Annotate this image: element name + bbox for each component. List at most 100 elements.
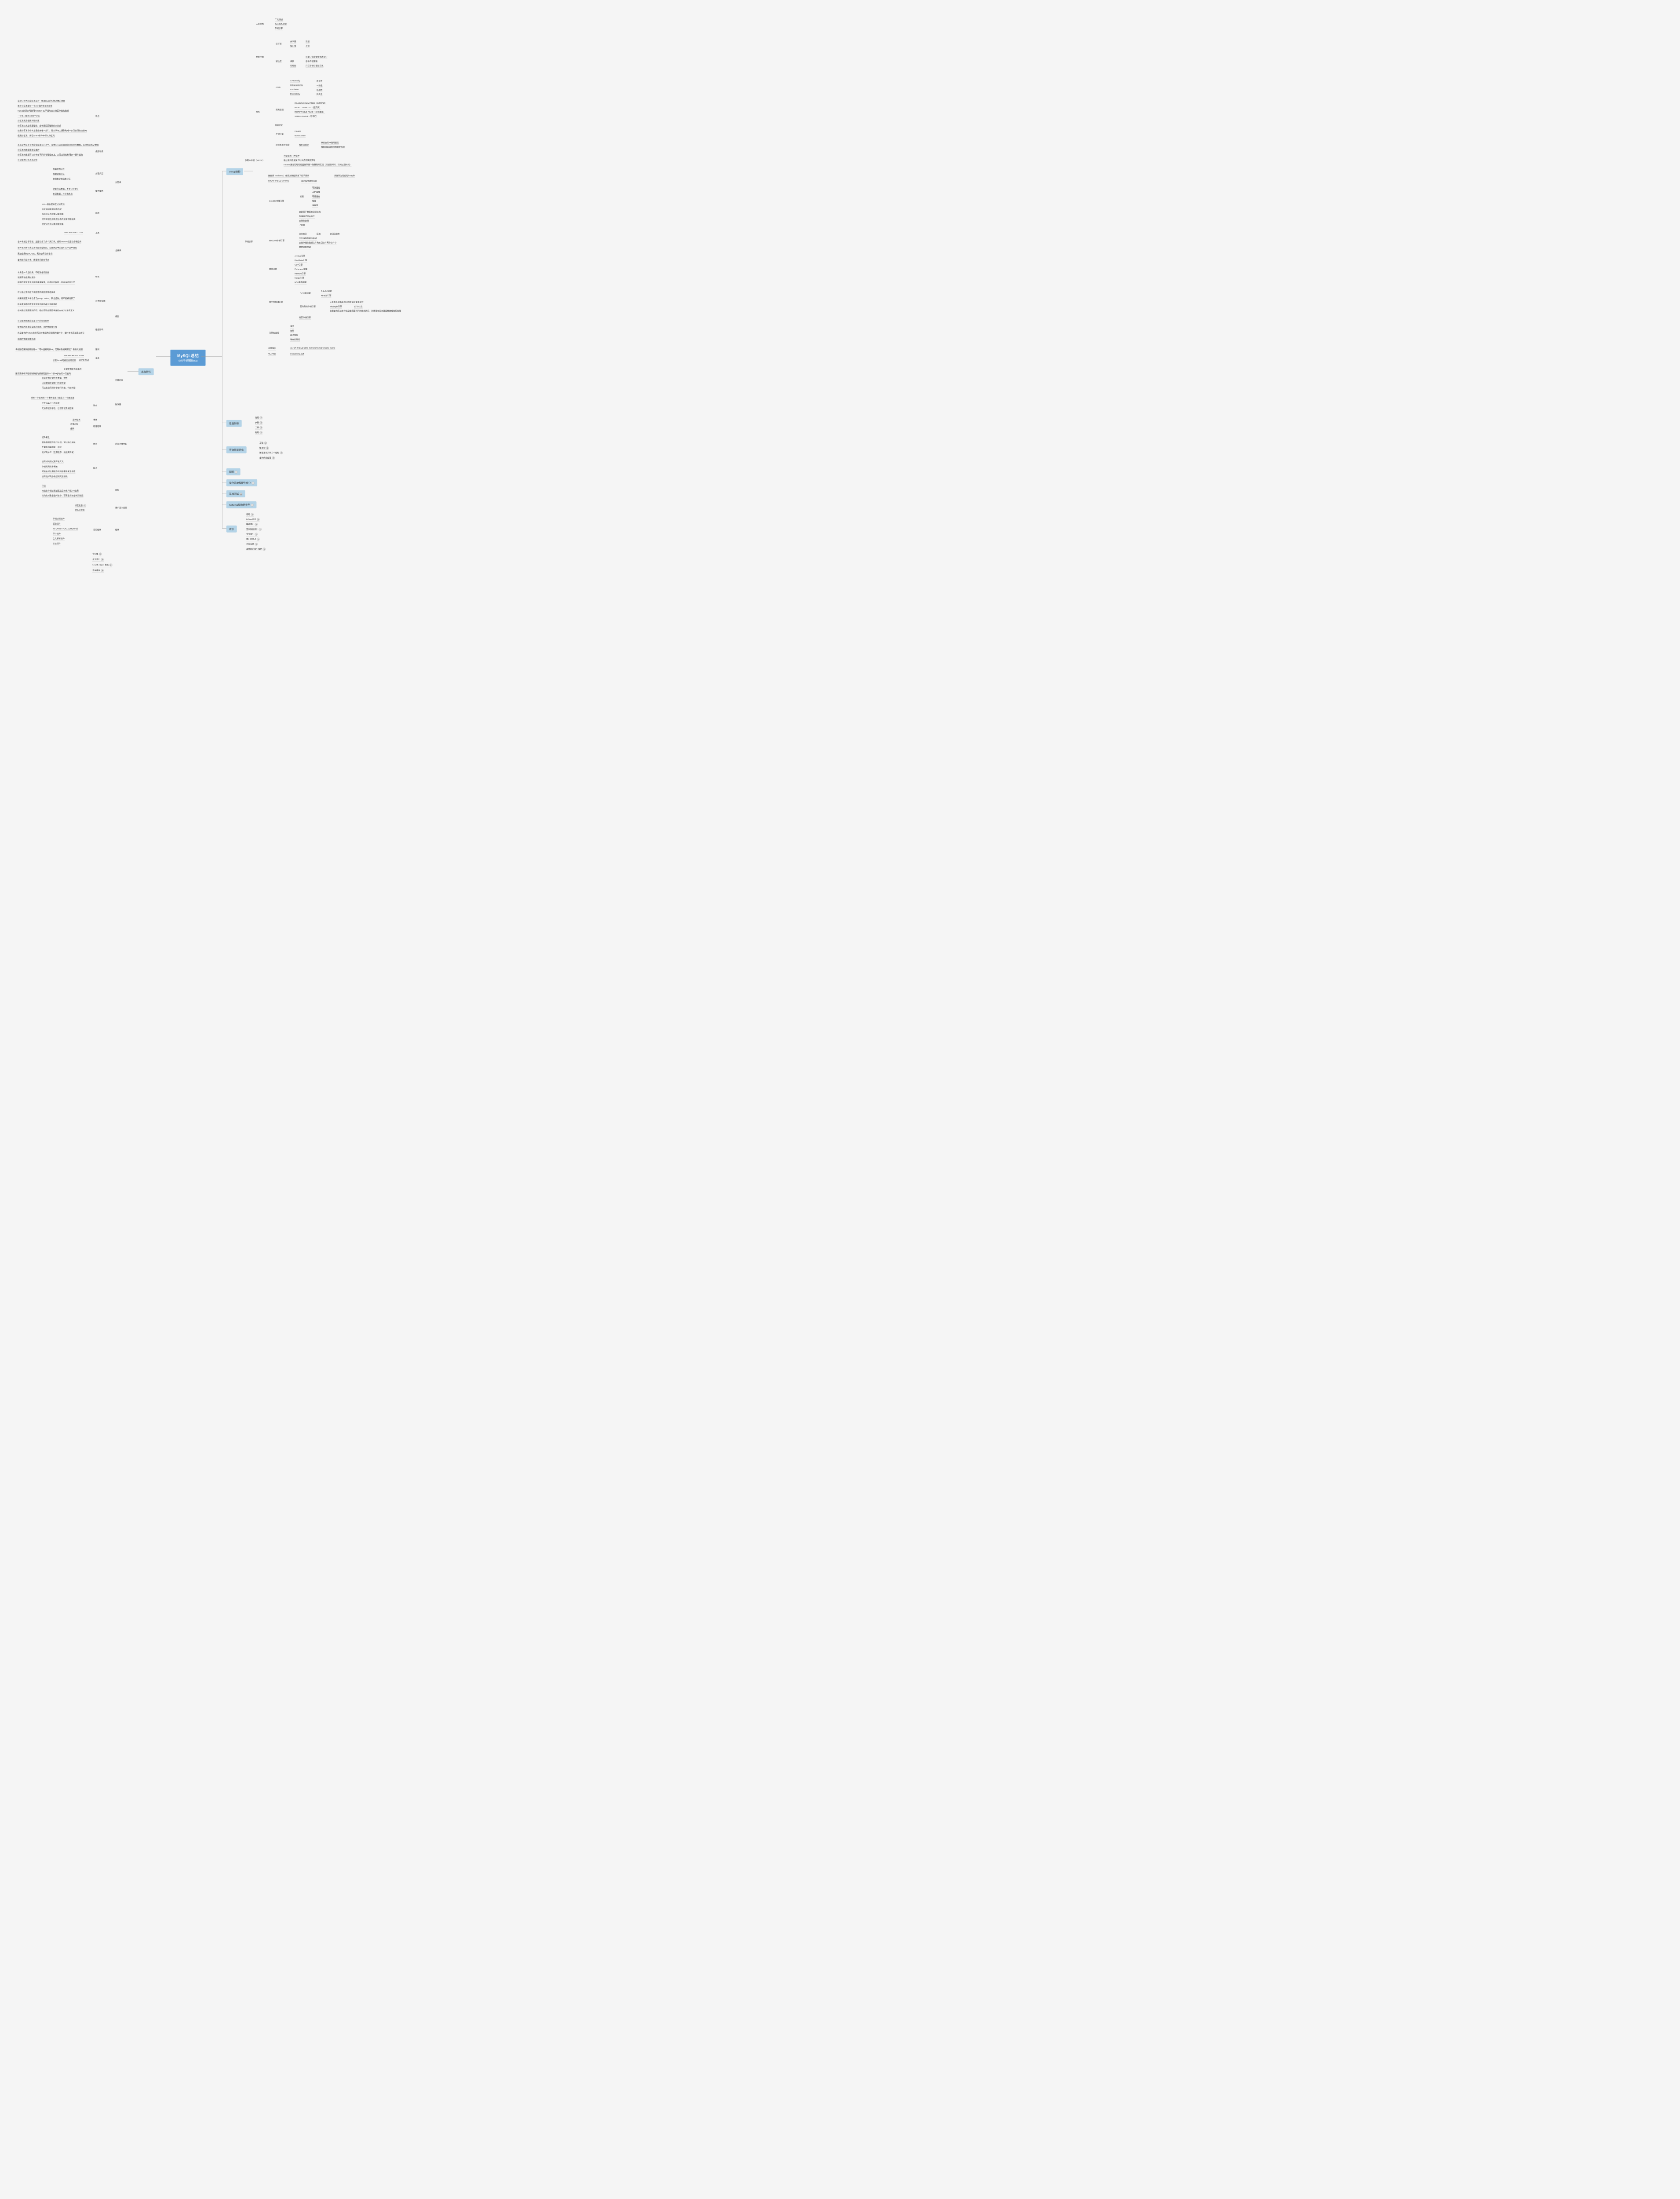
perf-3: 有用2 xyxy=(255,431,262,435)
layer-2: 存储引擎 xyxy=(275,26,283,30)
other-6: NDB集群引擎 xyxy=(295,281,307,285)
impl-1: 事务执行中随时锁定 xyxy=(321,141,339,145)
other-0: Archive引擎 xyxy=(295,254,305,258)
inno-1: 存储格式平台独立 xyxy=(299,215,315,219)
view-limit-1: 物化视图 xyxy=(75,347,83,351)
topic-bench[interactable]: 基准测试10 xyxy=(226,490,245,497)
idx-3: 空间数据索引1 xyxy=(246,527,262,531)
col-2: 如果查询无法在存储层使用面向列的模式执行，则需要在服务器层转换成按行处理 xyxy=(330,309,401,313)
part-strat-1: 索引数据，并分离热点 xyxy=(53,192,73,196)
view-perf-3: 视图的性能很难预测 xyxy=(18,337,36,341)
st-dis: 缺点 xyxy=(92,466,98,470)
txeng-1: NDB Cluster xyxy=(295,134,306,138)
part-feat: 特点 xyxy=(95,114,100,118)
topic-adv[interactable]: 高级特性 xyxy=(138,369,154,376)
gran-v-2: 只在存储引擎层实现 xyxy=(306,64,324,68)
part-type-1: 根据键值分区 xyxy=(53,172,65,176)
sel-2: 崩溃恢复 xyxy=(290,333,298,337)
impl: 隐式和显示锁定 xyxy=(275,143,291,147)
sp-0: 存储过程 xyxy=(70,422,78,426)
topic-cfg[interactable]: 配置 xyxy=(226,468,241,475)
gran-v-0: 尽量只锁定需要修改部分 xyxy=(306,55,328,59)
sel-1: 备份 xyxy=(290,329,294,333)
idx-7: 高性能的索引策略9 xyxy=(246,547,266,551)
inno: InnoDB 存储引擎 xyxy=(268,199,285,203)
plugin-3: 审计插件 xyxy=(53,532,61,536)
sp: 存储程序 xyxy=(92,424,102,428)
view-upd-3: 任何通过视图更新的行，都必须符合视图本身的WHERE条件定义 xyxy=(18,308,74,312)
part-type: 分区类型 xyxy=(95,172,104,175)
mvcc-0: 行级锁的一种变种 xyxy=(284,154,299,158)
plugin: 插件 xyxy=(114,528,120,532)
my-1: 不支持事务和行级锁 xyxy=(299,237,317,241)
qopt-2: 衡量查询开销三个指标3 xyxy=(259,451,283,455)
view-feat: 特点 xyxy=(95,275,100,279)
view-feat-0: 本身是一个虚拟表，不存放任何数据 xyxy=(18,270,49,274)
gran-v-1: 基本的锁策略 xyxy=(306,59,317,63)
col-1b: 10TB以上 xyxy=(354,305,363,309)
merge-0: 合并表相当于容器，里面包含了多个真实表，使用UNION指定包含哪些表 xyxy=(18,240,81,244)
acid-v-3: 持久性 xyxy=(317,92,323,96)
perf-2: 工具3 xyxy=(255,426,262,430)
center-title: MySQL总结公众号:麒麟改bug xyxy=(171,350,206,366)
inno-dev-4: 兼容性 xyxy=(312,204,318,208)
part-tool: 工具 xyxy=(95,231,100,235)
plugin-2: INFORMATION_SCHEMA表 xyxy=(53,527,78,531)
other-3: Federated引擎 xyxy=(295,267,308,271)
view-upd-1: 如果视图定义中包含了group，union，聚合函数，就不能被更新了 xyxy=(18,296,75,300)
idx-6: 三星系统3 xyxy=(246,542,258,546)
se: 存储引擎 xyxy=(244,240,254,244)
fk-2: 可以使用外键检查数据一致性 xyxy=(42,376,68,380)
gran-1: 表锁 xyxy=(290,59,294,63)
acid-2: I:Isolation xyxy=(290,88,299,91)
mvcc: 多版本并发（MVCC） xyxy=(244,158,266,162)
trig-d-0: 只支持基于行的触发 xyxy=(42,402,60,405)
topic-qopt[interactable]: 查询性能优化 xyxy=(226,446,247,453)
part-tool-v: EXPLAIN PARTITION xyxy=(64,231,83,234)
stored: 内部存储代码 xyxy=(114,442,128,446)
topic-arch[interactable]: mysql架构 xyxy=(226,168,243,175)
st-adv-3: 更好的分工（应用程序、数据库开发） xyxy=(42,450,76,454)
misc-1: 全文索引5 xyxy=(92,558,104,562)
fk: 外键约束 xyxy=(114,378,124,382)
mvcc-1: 通过保持数据某个时间点的快照实现 xyxy=(284,158,315,162)
acid-v-1: 一致性 xyxy=(317,84,323,88)
view-tool-1: 读取.frm中的视图创建信息 xyxy=(53,358,76,362)
merge-3: 查询访问合并表，需要访问所有子表 xyxy=(18,258,49,262)
plugin-5: 认证插件 xyxy=(53,541,61,545)
st-dis-3: 没有更好的办法控制资源消耗 xyxy=(42,475,68,479)
misc-2: 分布式（XA）事务2 xyxy=(92,563,113,567)
part-feat-2: MySql创建表时使用Partition By子语句定义分区存放的数据 xyxy=(18,109,69,113)
inno-dev-0: 可测量性 xyxy=(312,186,320,190)
topic-oshw[interactable]: 操作系统和硬件优化 xyxy=(226,479,257,486)
topic-idx[interactable]: 索引 xyxy=(226,526,237,533)
view-perf: 性能影响 xyxy=(95,328,104,332)
my-3: 对整张表加锁 xyxy=(299,245,311,249)
part-scene: 使用场景 xyxy=(95,150,104,153)
view-upd-0: 可以通过更新这个视图更新视图涉及相关表 xyxy=(18,290,55,294)
my-0b: 压缩 xyxy=(317,232,321,236)
schema-0: 数据库（Schema）保存为数据目录下的子目录 xyxy=(268,174,309,178)
inno-dev-2: 可配置化 xyxy=(312,195,320,199)
part-strat-0: 全量扫描数据，不要任何索引 xyxy=(53,187,79,191)
st-adv-1: 服务器端缓存执行计划，可以降低消耗 xyxy=(42,440,76,444)
view-limit-2: 将视图结果数据存放在一个可以查看的表中，定期从数据刷新这个表 xyxy=(15,347,75,351)
status-0: SHOW TABLE STATUS xyxy=(268,179,289,183)
merge: 合并表 xyxy=(114,248,122,252)
part-feat-5: 分区表达式必须是整数，或者是返回整数的表达式 xyxy=(18,124,61,128)
other-1: Blackhole引擎 xyxy=(295,259,307,263)
sel: 引擎的选择 xyxy=(268,331,280,335)
inno-dev: 发展 xyxy=(299,195,305,199)
layers: 三层架构 xyxy=(255,22,265,26)
topic-perf[interactable]: 性能剖析 xyxy=(226,420,242,427)
part-scene-1: 分区表的数据更容易维护 xyxy=(18,148,40,152)
sp-1: 函数 xyxy=(70,427,74,431)
part-prob-0: NULL值会使分区过滤无效 xyxy=(42,202,65,206)
acid-0: A:Atomicity xyxy=(290,79,300,83)
view-upd-2: 所有使用临时表算法实现的视图都无法被更新 xyxy=(18,303,57,307)
misc-0: 字符集10 xyxy=(92,552,102,556)
topic-schema[interactable]: Schema和数据类型 xyxy=(226,501,256,508)
sel-3: 特有的特性 xyxy=(290,338,300,342)
part-prob: 问题 xyxy=(95,211,100,215)
fk-0: 外键使用是有成本的 xyxy=(64,367,82,371)
